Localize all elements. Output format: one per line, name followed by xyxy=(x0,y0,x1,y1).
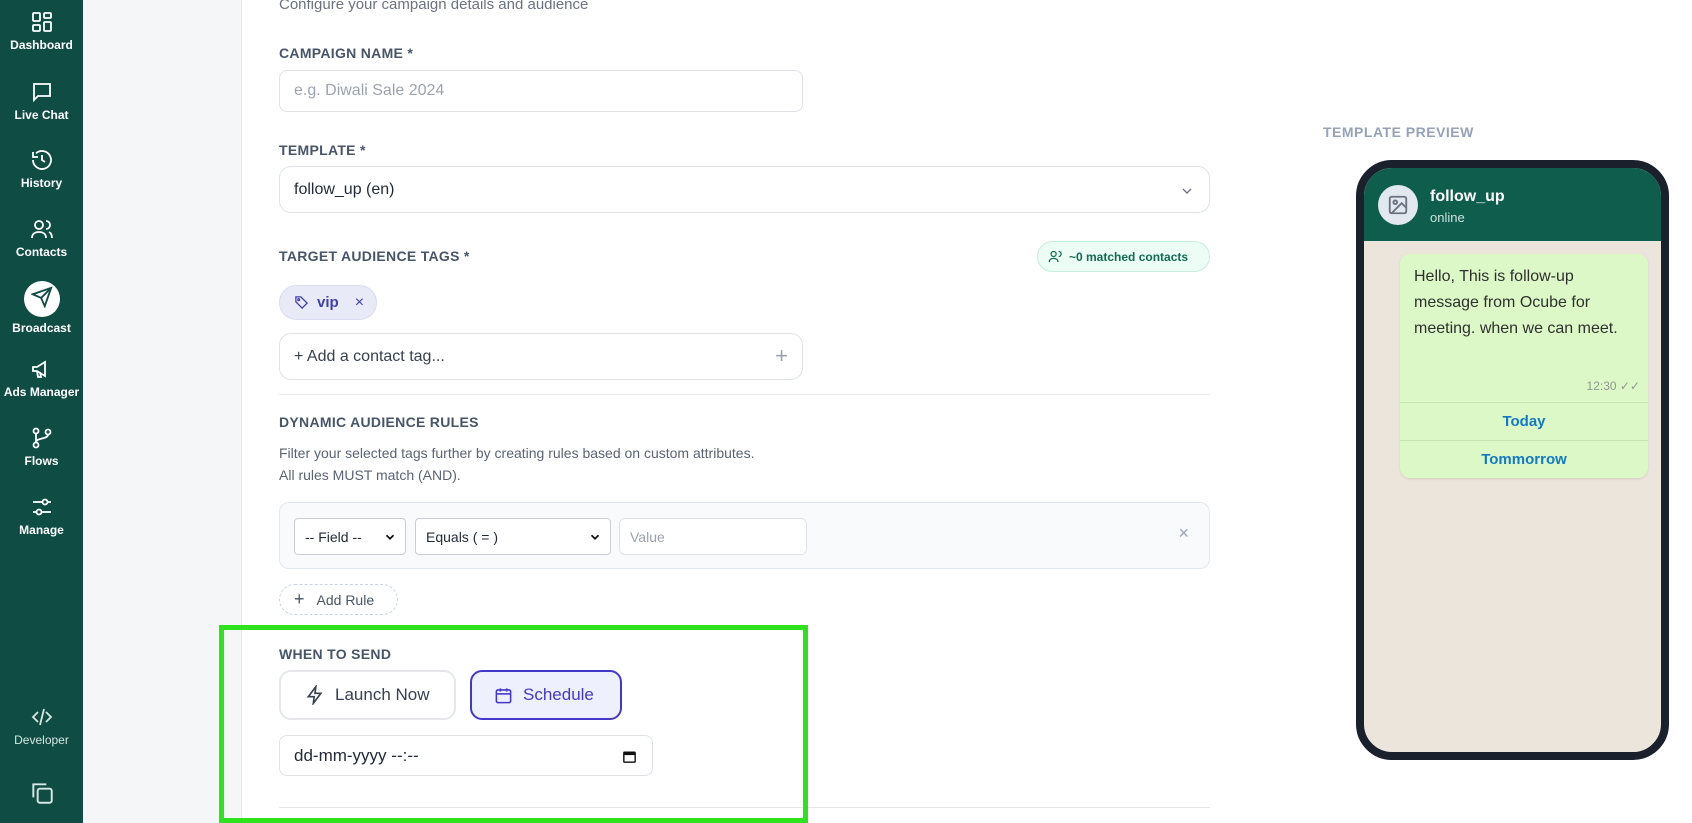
remove-rule-icon[interactable]: × xyxy=(1178,523,1189,544)
rules-hint-1: Filter your selected tags further by cre… xyxy=(279,445,755,461)
plus-icon: + xyxy=(294,589,305,609)
sidebar-item-manage[interactable]: Manage xyxy=(0,495,83,537)
chat-header: follow_up online xyxy=(1364,168,1661,241)
history-icon xyxy=(31,150,52,170)
sidebar-item-label: Contacts xyxy=(15,245,68,259)
add-rule-label: Add Rule xyxy=(316,591,375,608)
sidebar-item-label: Flows xyxy=(24,454,59,468)
sidebar-item-flows[interactable]: Flows xyxy=(0,426,83,468)
template-select[interactable]: follow_up (en) xyxy=(279,166,1210,213)
tag-chip-label: vip xyxy=(317,294,339,311)
plus-icon[interactable]: + xyxy=(775,343,788,369)
rules-label: DYNAMIC AUDIENCE RULES xyxy=(279,414,479,430)
sidebar-item-label: Ads Manager xyxy=(3,385,80,399)
sidebar-item-copy[interactable] xyxy=(0,780,83,810)
flows-icon xyxy=(32,427,51,449)
code-icon xyxy=(31,708,52,726)
chat-status: online xyxy=(1430,210,1465,225)
chevron-down-icon xyxy=(590,534,600,540)
sidebar-item-label: Dashboard xyxy=(10,38,73,52)
sidebar-item-label: Developer xyxy=(14,733,69,747)
sidebar: Dashboard Live Chat History Contacts Bro… xyxy=(0,0,83,823)
rule-row: -- Field -- Equals ( = ) Value × xyxy=(279,502,1210,569)
users-icon xyxy=(1048,250,1062,263)
message-text: Hello, This is follow-up message from Oc… xyxy=(1414,268,1618,337)
sidebar-item-developer[interactable]: Developer xyxy=(0,705,83,747)
quick-reply-button[interactable]: Today xyxy=(1400,402,1648,440)
preview-panel: TEMPLATE PREVIEW follow_up online Hello,… xyxy=(1265,0,1692,823)
avatar xyxy=(1378,185,1418,225)
chevron-down-icon xyxy=(385,534,395,540)
preview-label: TEMPLATE PREVIEW xyxy=(1323,124,1474,140)
sidebar-item-broadcast[interactable]: Broadcast xyxy=(0,281,83,335)
sidebar-item-live-chat[interactable]: Live Chat xyxy=(0,80,83,122)
message-bubble: Hello, This is follow-up message from Oc… xyxy=(1400,254,1648,478)
message-time: 12:30 ✓✓ xyxy=(1586,379,1640,393)
campaign-name-label: CAMPAIGN NAME * xyxy=(279,45,414,61)
sidebar-item-label: Broadcast xyxy=(12,321,71,335)
sidebar-item-dashboard[interactable]: Dashboard xyxy=(0,10,83,52)
dashboard-icon xyxy=(31,12,52,32)
matched-contacts-badge: ~0 matched contacts xyxy=(1037,241,1210,272)
matched-contacts-text: ~0 matched contacts xyxy=(1069,249,1189,264)
template-value: follow_up (en) xyxy=(294,180,395,198)
campaign-name-placeholder: e.g. Diwali Sale 2024 xyxy=(294,82,445,99)
rule-operator-value: Equals ( = ) xyxy=(426,528,498,545)
remove-tag-icon[interactable]: × xyxy=(355,294,364,312)
sidebar-item-history[interactable]: History xyxy=(0,148,83,190)
chat-icon xyxy=(32,83,51,103)
copy-icon xyxy=(31,783,53,804)
sidebar-item-contacts[interactable]: Contacts xyxy=(0,217,83,259)
rule-operator-select[interactable]: Equals ( = ) xyxy=(415,518,611,555)
form-subtitle: Configure your campaign details and audi… xyxy=(279,0,589,13)
megaphone-icon xyxy=(31,360,46,378)
rule-field-select[interactable]: -- Field -- xyxy=(294,518,406,555)
sidebar-item-label: Live Chat xyxy=(14,108,69,122)
chevron-down-icon xyxy=(1182,188,1192,194)
sidebar-item-label: Manage xyxy=(19,523,64,537)
rule-value-input[interactable]: Value xyxy=(619,518,807,555)
campaign-name-input[interactable]: e.g. Diwali Sale 2024 xyxy=(279,70,803,112)
highlight-box xyxy=(219,625,808,823)
contacts-icon xyxy=(30,220,53,239)
template-label: TEMPLATE * xyxy=(279,142,366,158)
tag-icon xyxy=(295,296,309,310)
rules-hint-2: All rules MUST match (AND). xyxy=(279,467,461,483)
divider xyxy=(279,394,1210,395)
add-rule-button[interactable]: + Add Rule xyxy=(279,584,398,615)
add-tag-placeholder: + Add a contact tag... xyxy=(294,347,445,365)
sliders-icon xyxy=(32,498,51,516)
phone-mockup: follow_up online Hello, This is follow-u… xyxy=(1356,160,1669,760)
sidebar-item-label: History xyxy=(20,176,63,190)
tag-chip-vip: vip × xyxy=(279,285,377,320)
image-icon xyxy=(1388,195,1408,215)
active-indicator xyxy=(23,281,60,317)
rule-value-placeholder: Value xyxy=(630,528,665,545)
quick-reply-button[interactable]: Tommorrow xyxy=(1400,440,1648,478)
sidebar-item-ads-manager[interactable]: Ads Manager xyxy=(0,357,83,399)
chat-contact-name: follow_up xyxy=(1430,188,1505,205)
add-tag-input[interactable]: + Add a contact tag... + xyxy=(279,333,803,380)
send-icon xyxy=(30,286,53,308)
rule-field-value: -- Field -- xyxy=(305,528,362,545)
audience-tags-label: TARGET AUDIENCE TAGS * xyxy=(279,248,470,264)
